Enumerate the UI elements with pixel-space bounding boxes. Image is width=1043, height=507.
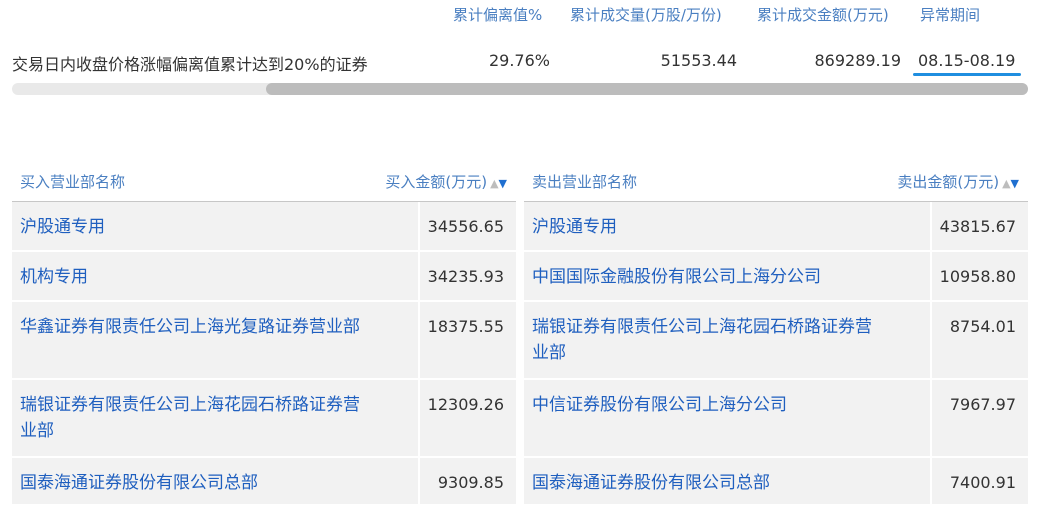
buy-broker-table: 买入营业部名称 买入金额(万元) ▲▼ 沪股通专用 34556.65 机构专用 3423… [12,160,516,507]
sort-up-icon: ▲ [1002,177,1011,190]
table-row: 国泰海通证券股份有限公司总部 7400.91 [524,458,1028,506]
buy-broker-name-link[interactable]: 国泰海通证券股份有限公司总部 [20,470,360,496]
table-row: 瑞银证券有限责任公司上海花园石桥路证券营业部 12309.26 [12,380,516,458]
sell-broker-name-link[interactable]: 国泰海通证券股份有限公司总部 [532,470,872,496]
cell-divider [930,380,932,456]
cell-divider [418,458,420,504]
sell-amount: 43815.67 [939,217,1016,236]
summary-type: 交易日内收盘价格涨幅偏离值累计达到20%的证券 [12,55,368,74]
buy-broker-name-link[interactable]: 机构专用 [20,264,360,290]
summary-amount: 869289.19 [814,51,901,70]
sort-icon[interactable]: ▲▼ [490,177,507,190]
header-period: 异常期间 [920,6,981,24]
buy-table-header: 买入营业部名称 买入金额(万元) ▲▼ [12,160,516,202]
buy-rows: 沪股通专用 34556.65 机构专用 34235.93 华鑫证券有限责任公司上海光复路… [12,202,516,506]
sell-rows: 沪股通专用 43815.67 中国国际金融股份有限公司上海分公司 10958.80 瑞银… [524,202,1028,506]
summary-header: 累计偏离值% 累计成交量(万股/万份) 累计成交金额(万元) 异常期间 [0,0,1043,30]
cell-divider [418,302,420,378]
sell-amount: 8754.01 [949,317,1016,336]
buy-amount: 18375.55 [427,317,504,336]
buy-amount: 34556.65 [427,217,504,236]
summary-period: 08.15-08.19 [918,51,1016,70]
cell-divider [930,202,932,250]
cell-divider [418,252,420,300]
cell-divider [930,252,932,300]
sort-down-icon: ▼ [498,177,507,190]
table-row: 沪股通专用 43815.67 [524,202,1028,252]
sort-down-icon: ▼ [1010,177,1019,190]
sell-broker-table: 卖出营业部名称 卖出金额(万元) ▲▼ 沪股通专用 43815.67 中国国际金融股份… [524,160,1028,507]
sell-header-amount: 卖出金额(万元) [897,173,1000,191]
summary-deviation: 29.76% [488,51,550,70]
buy-amount: 9309.85 [437,473,504,492]
sell-header-amount-sort[interactable]: 卖出金额(万元) ▲▼ [897,171,1019,192]
sell-header-name: 卖出营业部名称 [532,173,638,191]
sell-amount: 7967.97 [949,395,1016,414]
page-root: 累计偏离值% 累计成交量(万股/万份) 累计成交金额(万元) 异常期间 交易日内… [0,0,1043,507]
sell-broker-name-link[interactable]: 沪股通专用 [532,214,872,240]
buy-amount: 34235.93 [427,267,504,286]
header-volume: 累计成交量(万股/万份) [570,6,722,24]
table-row: 瑞银证券有限责任公司上海花园石桥路证券营业部 8754.01 [524,302,1028,380]
summary-volume: 51553.44 [660,51,737,70]
summary-row: 交易日内收盘价格涨幅偏离值累计达到20%的证券 29.76% 51553.44 … [0,44,1043,78]
buy-header-amount-sort[interactable]: 买入金额(万元) ▲▼ [385,171,507,192]
table-row: 中信证券股份有限公司上海分公司 7967.97 [524,380,1028,458]
sell-broker-name-link[interactable]: 瑞银证券有限责任公司上海花园石桥路证券营业部 [532,314,872,366]
cell-divider [930,302,932,378]
sell-amount: 10958.80 [939,267,1016,286]
sort-icon[interactable]: ▲▼ [1002,177,1019,190]
sell-table-header: 卖出营业部名称 卖出金额(万元) ▲▼ [524,160,1028,202]
table-row: 中国国际金融股份有限公司上海分公司 10958.80 [524,252,1028,302]
table-row: 国泰海通证券股份有限公司总部 9309.85 [12,458,516,506]
cell-divider [418,202,420,250]
buy-amount: 12309.26 [427,395,504,414]
cell-divider [930,458,932,504]
buy-broker-name-link[interactable]: 瑞银证券有限责任公司上海花园石桥路证券营业部 [20,392,360,444]
horizontal-scrollbar-thumb[interactable] [266,83,1028,95]
table-row: 沪股通专用 34556.65 [12,202,516,252]
sell-broker-name-link[interactable]: 中信证券股份有限公司上海分公司 [532,392,872,418]
header-deviation: 累计偏离值% [453,6,543,24]
sort-up-icon: ▲ [490,177,499,190]
table-row: 华鑫证券有限责任公司上海光复路证券营业部 18375.55 [12,302,516,380]
buy-header-amount: 买入金额(万元) [385,173,488,191]
buy-broker-name-link[interactable]: 华鑫证券有限责任公司上海光复路证券营业部 [20,314,360,340]
sell-amount: 7400.91 [949,473,1016,492]
cell-divider [418,380,420,456]
sell-broker-name-link[interactable]: 中国国际金融股份有限公司上海分公司 [532,264,872,290]
period-underline [913,73,1021,76]
buy-broker-name-link[interactable]: 沪股通专用 [20,214,360,240]
header-amount: 累计成交金额(万元) [757,6,889,24]
table-row: 机构专用 34235.93 [12,252,516,302]
buy-header-name: 买入营业部名称 [20,173,126,191]
